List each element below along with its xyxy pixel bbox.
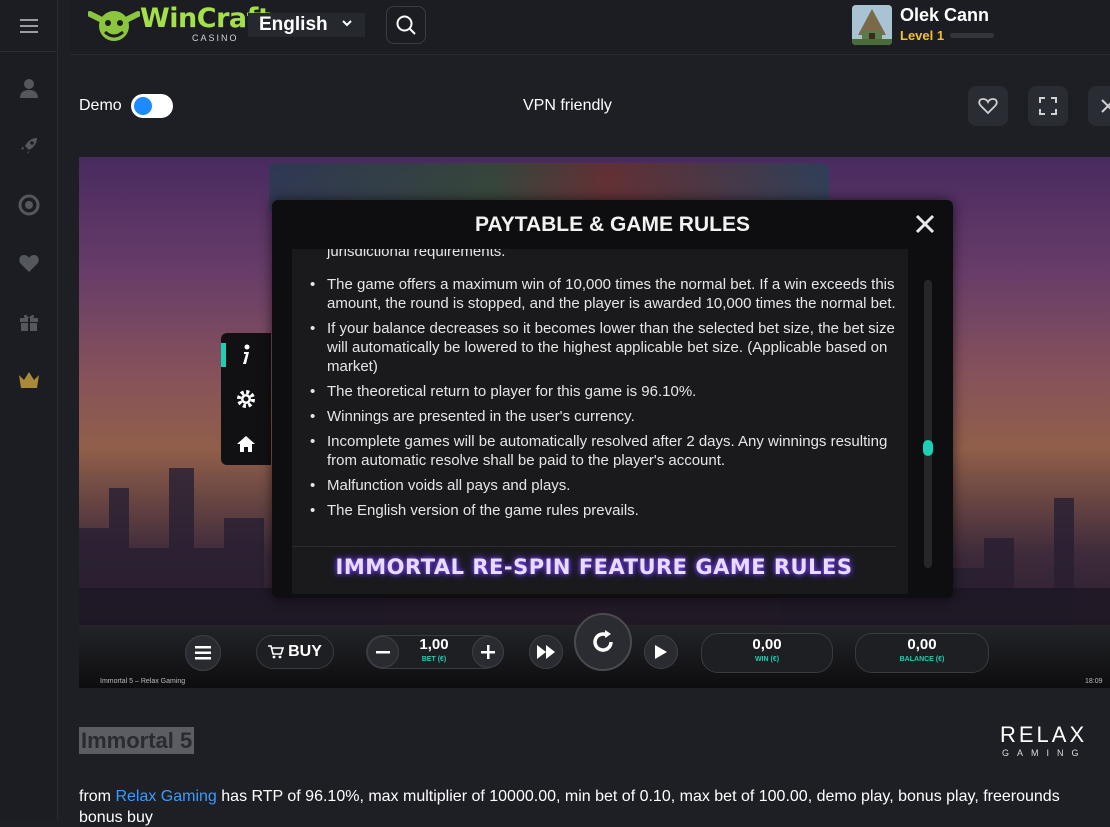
rule-text-partial: jurisdictional requirements.: [327, 249, 506, 260]
desc-rest: has RTP of 96.10%, max multiplier of 100…: [216, 788, 1060, 805]
game-footer-title: Immortal 5 – Relax Gaming: [100, 678, 186, 685]
game-description-line2: bonus buy: [79, 809, 153, 826]
provider-logo-text: RELAX: [1000, 722, 1088, 747]
site-logo[interactable]: WinCraft CASINO: [88, 2, 271, 48]
user-level: Level 1: [900, 28, 945, 43]
info-tab[interactable]: [232, 341, 260, 369]
turbo-button[interactable]: [529, 635, 563, 669]
section-heading: IMMORTAL RE-SPIN FEATURE GAME RULES: [335, 555, 853, 579]
paytable-modal: PAYTABLE & GAME RULES jurisdictional req…: [272, 200, 953, 598]
rule-item: Winnings are presented in the user's cur…: [308, 407, 898, 426]
section-divider: [292, 546, 896, 547]
settings-tab[interactable]: [232, 385, 260, 413]
sidebar-item-support[interactable]: [0, 185, 58, 225]
avatar-image: [852, 5, 892, 45]
logo-subtitle: CASINO: [192, 33, 239, 43]
gift-icon: [20, 314, 38, 331]
demo-label: Demo: [79, 97, 122, 114]
favorite-button[interactable]: [968, 86, 1008, 126]
game-clock: 18:09: [1085, 678, 1103, 685]
autoplay-button[interactable]: [644, 635, 678, 669]
bet-value: 1,00: [419, 636, 449, 653]
sidebar-item-vip[interactable]: [0, 360, 58, 400]
language-select[interactable]: English: [248, 13, 365, 37]
game-menu-button[interactable]: [185, 635, 221, 671]
lifebuoy-icon: [18, 194, 40, 216]
search-icon: [396, 15, 416, 35]
fullscreen-icon: [1039, 97, 1057, 115]
language-label: English: [259, 14, 328, 35]
win-value: 0,00: [752, 636, 782, 653]
rule-item: The English version of the game rules pr…: [308, 501, 898, 520]
top-header: WinCraft CASINO English Olek Cann Level …: [70, 0, 1110, 55]
chevron-down-icon: [342, 20, 352, 27]
menu-icon: [195, 646, 211, 660]
avatar[interactable]: [852, 5, 892, 45]
rules-list: The game offers a maximum win of 10,000 …: [308, 275, 898, 526]
provider-logo-subtext: GAMING: [1002, 748, 1087, 758]
rule-item: If your balance decreases so it becomes …: [308, 319, 898, 376]
user-name[interactable]: Olek Cann: [900, 5, 989, 26]
rules-side-panel: [221, 333, 271, 465]
menu-icon: [20, 18, 38, 33]
provider-link[interactable]: Relax Gaming: [115, 788, 216, 805]
rules-content[interactable]: jurisdictional requirements. The game of…: [292, 249, 908, 594]
buy-button[interactable]: BUY: [256, 635, 334, 669]
crown-icon: [19, 372, 39, 388]
heart-icon: [19, 255, 39, 272]
buy-label: BUY: [288, 643, 322, 660]
game-description: from Relax Gaming has RTP of 96.10%, max…: [79, 787, 1110, 807]
provider-logo[interactable]: RELAX GAMING: [1000, 722, 1110, 762]
scrollbar-track[interactable]: [924, 280, 932, 568]
bet-decrease-button[interactable]: [367, 636, 399, 668]
close-icon: [1101, 99, 1110, 113]
close-game-button[interactable]: [1088, 86, 1110, 126]
gear-icon: [237, 390, 255, 408]
level-progress-bar: [950, 33, 994, 38]
rule-item: The theoretical return to player for thi…: [308, 382, 898, 401]
modal-title: PAYTABLE & GAME RULES: [475, 212, 750, 236]
rule-item: Incomplete games will be automatically r…: [308, 432, 898, 470]
win-label: WIN (€): [754, 656, 780, 663]
refresh-icon: [593, 630, 613, 652]
sidebar: [0, 0, 58, 820]
active-tab-indicator: [221, 343, 226, 367]
scrollbar-thumb[interactable]: [923, 440, 933, 456]
rocket-icon: [21, 138, 37, 154]
search-button[interactable]: [386, 6, 426, 44]
user-icon: [20, 79, 38, 98]
cart-icon: [268, 645, 285, 659]
sidebar-item-favorites[interactable]: [0, 243, 58, 283]
heart-outline-icon: [978, 98, 998, 115]
menu-button[interactable]: [0, 0, 58, 52]
sidebar-item-profile[interactable]: [0, 68, 58, 108]
bet-increase-button[interactable]: [472, 636, 504, 668]
vpn-badge: VPN friendly: [523, 97, 612, 114]
game-control-bar: BUY 1,00 BET (€) 0,00 WIN (€) 0,00 BALAN…: [79, 613, 1110, 688]
rule-item: The game offers a maximum win of 10,000 …: [308, 275, 898, 313]
plus-icon: [481, 645, 495, 659]
toggle-knob: [134, 97, 152, 115]
bet-label: BET (€): [421, 656, 447, 663]
play-icon: [655, 645, 667, 659]
desc-from: from: [79, 788, 116, 805]
sidebar-item-bonuses[interactable]: [0, 302, 58, 342]
home-icon: [237, 436, 255, 452]
info-icon: [243, 344, 250, 364]
fast-forward-icon: [537, 645, 555, 659]
home-tab[interactable]: [232, 430, 260, 458]
balance-value: 0,00: [907, 636, 937, 653]
game-frame[interactable]: PAYTABLE & GAME RULES jurisdictional req…: [79, 157, 1110, 688]
sidebar-item-launch[interactable]: [0, 126, 58, 166]
fullscreen-button[interactable]: [1028, 86, 1068, 126]
rule-item: Malfunction voids all pays and plays.: [308, 476, 898, 495]
spin-button[interactable]: [574, 613, 632, 671]
minus-icon: [376, 651, 390, 654]
demo-toggle[interactable]: [131, 94, 173, 118]
game-title: Immortal 5: [79, 727, 195, 754]
close-icon[interactable]: [915, 214, 935, 234]
balance-label: BALANCE (€): [899, 656, 945, 663]
goblin-logo-icon: [88, 11, 140, 41]
